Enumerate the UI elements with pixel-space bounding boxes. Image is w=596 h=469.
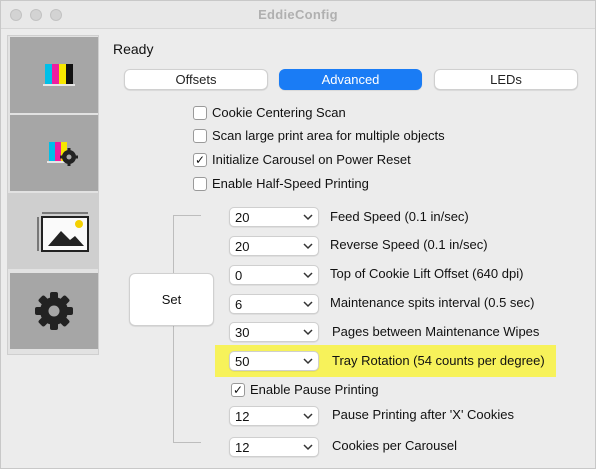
tray-rotation-label: Tray Rotation (54 counts per degree) [332,353,545,368]
chevron-down-icon [303,444,313,451]
tray-rotation-select[interactable]: 50 [229,351,319,371]
checkbox-label: Cookie Centering Scan [212,105,346,120]
window-title: EddieConfig [258,7,338,22]
cookies-per-carousel-select[interactable]: 12 [229,437,319,457]
title-bar: EddieConfig [1,1,595,29]
checkbox[interactable] [193,106,207,120]
pause-after-cookies-select[interactable]: 12 [229,406,319,426]
gear-icon [35,292,73,330]
bracket-top [173,215,201,216]
set-button[interactable]: Set [129,273,214,326]
reverse-speed-label: Reverse Speed (0.1 in/sec) [330,237,488,252]
select-value: 0 [235,268,243,283]
select-value: 6 [235,297,243,312]
tray-image-icon [37,212,89,252]
select-value: 30 [235,325,250,340]
checkbox-label: Enable Half-Speed Printing [212,176,369,191]
select-value: 50 [235,354,250,369]
chevron-down-icon [303,243,313,250]
feed-speed-select[interactable]: 20 [229,207,319,227]
tab-advanced[interactable]: Advanced [279,69,422,90]
checkbox-checked[interactable]: ✓ [231,383,245,397]
tab-leds[interactable]: LEDs [434,69,578,90]
lift-offset-select[interactable]: 0 [229,265,319,285]
chevron-down-icon [303,214,313,221]
sidebar [7,35,99,355]
tab-offsets[interactable]: Offsets [124,69,268,90]
maintenance-spits-select[interactable]: 6 [229,294,319,314]
maintenance-spits-label: Maintenance spits interval (0.5 sec) [330,295,535,310]
status-text: Ready [113,41,154,57]
maintenance-wipes-label: Pages between Maintenance Wipes [332,324,540,339]
pause-after-cookies-label: Pause Printing after 'X' Cookies [332,407,514,422]
sidebar-item-ink[interactable] [10,37,98,113]
select-value: 20 [235,239,250,254]
cookies-per-carousel-label: Cookies per Carousel [332,438,458,453]
app-window: EddieConfig Ready Offsets Advanced LEDs … [0,0,596,469]
reverse-speed-select[interactable]: 20 [229,236,319,256]
checkbox-label: Initialize Carousel on Power Reset [212,152,411,167]
ink-settings-icon [47,142,78,166]
bracket-bottom [173,442,201,443]
chevron-down-icon [303,413,313,420]
select-value: 12 [235,440,250,455]
checkbox-label: Enable Pause Printing [250,382,379,397]
sidebar-item-settings[interactable] [10,273,98,349]
chevron-down-icon [303,329,313,336]
checkbox[interactable] [193,129,207,143]
chevron-down-icon [303,358,313,365]
bracket-line-lower [173,326,174,442]
feed-speed-label: Feed Speed (0.1 in/sec) [330,209,469,224]
select-value: 12 [235,409,250,424]
color-ink-icon [43,64,75,86]
sidebar-item-ink-settings[interactable] [10,115,98,191]
maintenance-wipes-select[interactable]: 30 [229,322,319,342]
checkbox-checked[interactable]: ✓ [193,153,207,167]
lift-offset-label: Top of Cookie Lift Offset (640 dpi) [330,266,524,281]
checkbox[interactable] [193,177,207,191]
select-value: 20 [235,210,250,225]
sidebar-item-tray[interactable] [8,193,98,269]
bracket-line-upper [173,215,174,273]
checkbox-label: Scan large print area for multiple objec… [212,128,445,143]
chevron-down-icon [303,272,313,279]
chevron-down-icon [303,301,313,308]
